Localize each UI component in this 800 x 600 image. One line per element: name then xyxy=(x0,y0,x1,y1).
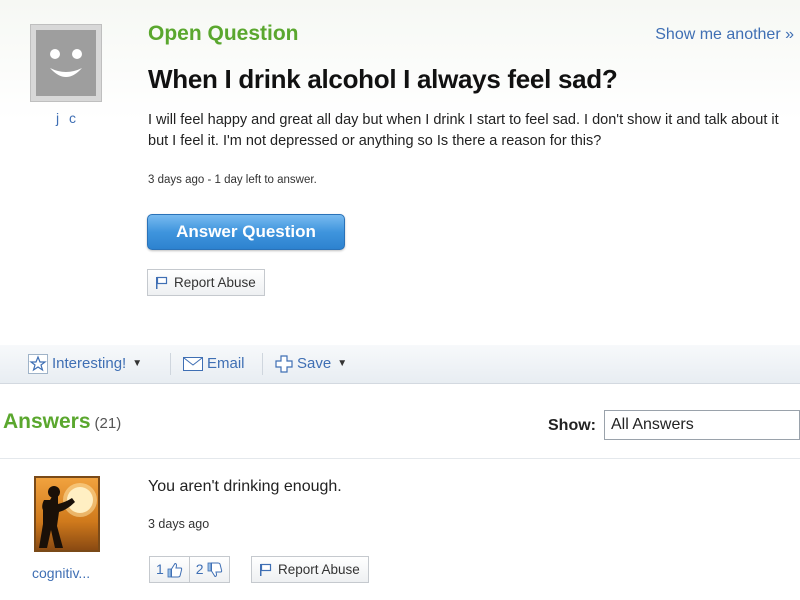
question-meta: 3 days ago - 1 day left to answer. xyxy=(148,174,317,186)
answerer-name-link[interactable]: cognitiv... xyxy=(32,565,90,581)
report-abuse-label: Report Abuse xyxy=(278,562,360,577)
answers-heading: Answers (21) xyxy=(3,410,121,434)
plus-icon xyxy=(275,355,293,373)
section-divider xyxy=(0,458,800,459)
question-panel: j c Open Question Show me another » When… xyxy=(0,0,800,346)
email-button[interactable]: Email xyxy=(183,345,245,383)
thumbs-down-icon xyxy=(207,562,222,577)
thumbs-up-button[interactable]: 1 xyxy=(150,557,189,582)
thumbs-down-count: 2 xyxy=(195,561,204,577)
answer-report-abuse-button[interactable]: Report Abuse xyxy=(251,556,369,583)
show-filter-select[interactable]: All Answers xyxy=(604,410,800,440)
thumbs-up-count: 1 xyxy=(156,561,164,577)
toolbar-divider xyxy=(262,353,263,375)
save-button[interactable]: Save ▼ xyxy=(275,345,347,383)
asker-name-link[interactable]: j c xyxy=(56,110,79,126)
smiley-avatar-icon xyxy=(36,30,96,96)
show-another-link[interactable]: Show me another » xyxy=(655,26,794,44)
question-title: When I drink alcohol I always feel sad? xyxy=(148,64,618,94)
answerer-avatar[interactable] xyxy=(34,476,100,552)
vote-buttons: 1 2 xyxy=(149,556,230,583)
question-body: I will feel happy and great all day but … xyxy=(148,112,779,149)
question-toolbar: Interesting! ▼ Email Save ▼ xyxy=(0,345,800,384)
star-icon xyxy=(28,354,48,375)
flag-icon xyxy=(156,276,168,289)
flag-icon xyxy=(260,563,272,576)
answer-question-button[interactable]: Answer Question xyxy=(147,214,345,250)
chevron-down-icon: ▼ xyxy=(337,358,348,370)
chevron-down-icon: ▼ xyxy=(132,358,143,370)
interesting-button[interactable]: Interesting! ▼ xyxy=(28,345,142,383)
answer-meta: 3 days ago xyxy=(148,517,210,531)
thumbs-up-icon xyxy=(167,562,182,577)
answer-text: You aren't drinking enough. xyxy=(148,478,342,495)
show-filter-label: Show: xyxy=(548,417,596,434)
report-abuse-button[interactable]: Report Abuse xyxy=(147,269,265,296)
answers-count: (21) xyxy=(94,415,122,432)
open-question-heading: Open Question xyxy=(148,22,299,45)
asker-avatar[interactable] xyxy=(30,24,102,102)
interesting-label: Interesting! xyxy=(52,355,127,372)
email-label: Email xyxy=(207,355,245,372)
report-abuse-label: Report Abuse xyxy=(174,275,256,290)
save-label: Save xyxy=(297,355,332,372)
answers-title: Answers xyxy=(3,410,91,433)
envelope-icon xyxy=(183,357,203,372)
thumbs-down-button[interactable]: 2 xyxy=(188,557,229,582)
toolbar-divider xyxy=(170,353,171,375)
